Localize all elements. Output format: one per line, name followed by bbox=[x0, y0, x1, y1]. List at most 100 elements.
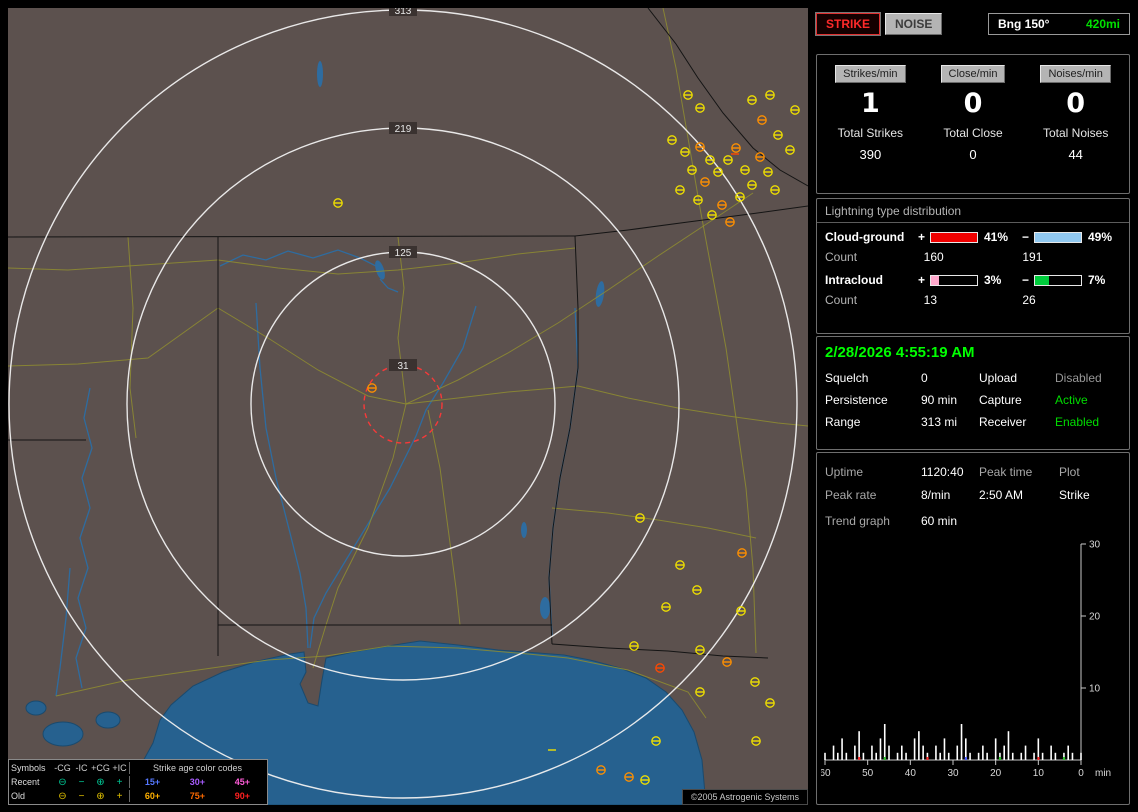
count-label: Count bbox=[825, 250, 858, 264]
settings-grid: Squelch 0 Upload Disabled Persistence 90… bbox=[817, 369, 1129, 431]
svg-text:10: 10 bbox=[1089, 684, 1101, 695]
strikes-per-min-value: 1 bbox=[860, 88, 880, 119]
range-label: Range bbox=[825, 415, 861, 429]
uptime-value: 1120:40 bbox=[921, 465, 964, 479]
cloud-ground-label: Cloud-ground bbox=[825, 230, 905, 244]
circled-minus-icon: ⊖ bbox=[58, 776, 67, 788]
noises-per-min-label: Noises/min bbox=[1040, 65, 1111, 83]
cloud-ground-row: Cloud-ground + 41% − 49% bbox=[817, 223, 1129, 245]
legend-recent-label: Recent bbox=[11, 777, 40, 787]
distribution-panel: Lightning type distribution Cloud-ground… bbox=[816, 198, 1130, 334]
cg-positive-bar bbox=[930, 231, 978, 243]
legend-col-pic: +IC bbox=[112, 763, 127, 773]
bearing-value: Bng 150° bbox=[998, 17, 1050, 31]
svg-text:31: 31 bbox=[397, 361, 409, 372]
capture-status: Active bbox=[1055, 393, 1088, 407]
plus-sign: + bbox=[917, 230, 925, 244]
range-value: 313 mi bbox=[921, 415, 958, 429]
age-code: 30+ bbox=[189, 777, 206, 787]
noise-button[interactable]: NOISE bbox=[885, 13, 943, 35]
receiver-label: Receiver bbox=[979, 415, 1027, 429]
peak-time-value: 2:50 AM bbox=[979, 488, 1024, 502]
cg-negative-count: 191 bbox=[1022, 250, 1043, 264]
noises-per-min-value: 0 bbox=[1066, 88, 1086, 119]
minus-sign: − bbox=[1021, 273, 1029, 287]
plot-value: Strike bbox=[1059, 488, 1090, 502]
svg-text:125: 125 bbox=[395, 248, 412, 259]
bearing-display: Bng 150° 420mi bbox=[988, 13, 1130, 35]
ic-negative-count: 26 bbox=[1022, 293, 1036, 307]
count-label: Count bbox=[825, 293, 858, 307]
svg-text:20: 20 bbox=[990, 768, 1002, 779]
map-legend: Symbols -CG -IC +CG +IC Strike age color… bbox=[8, 759, 268, 805]
minus-icon: − bbox=[78, 790, 85, 802]
svg-text:30: 30 bbox=[947, 768, 959, 779]
total-close-value: 0 bbox=[969, 147, 977, 162]
trend-graph-label: Trend graph bbox=[825, 514, 890, 528]
trend-panel: Uptime 1120:40 Peak time Plot Peak rate … bbox=[816, 452, 1130, 805]
total-noises-value: 44 bbox=[1068, 147, 1083, 162]
plot-label: Plot bbox=[1059, 465, 1080, 479]
close-per-min-label: Close/min bbox=[940, 65, 1006, 83]
intracloud-label: Intracloud bbox=[825, 273, 884, 287]
persistence-label: Persistence bbox=[825, 393, 888, 407]
age-code: 75+ bbox=[189, 791, 206, 801]
age-code: 15+ bbox=[144, 777, 161, 787]
minus-sign: − bbox=[1021, 230, 1029, 244]
cg-positive-count: 160 bbox=[923, 250, 944, 264]
cg-negative-pct: 49% bbox=[1088, 230, 1113, 244]
cloud-ground-count-row: Count 160 191 bbox=[817, 245, 1129, 266]
intracloud-count-row: Count 13 26 bbox=[817, 288, 1129, 309]
plus-sign: + bbox=[917, 273, 925, 287]
strikes-per-min-label: Strikes/min bbox=[835, 65, 906, 83]
upload-label: Upload bbox=[979, 371, 1018, 385]
plus-icon: + bbox=[116, 776, 123, 788]
sidebar: STRIKE NOISE Bng 150° 420mi Strikes/min … bbox=[816, 8, 1132, 805]
circled-minus-icon: ⊖ bbox=[58, 790, 67, 802]
mode-toolbar: STRIKE NOISE Bng 150° 420mi bbox=[816, 12, 1130, 36]
legend-old-label: Old bbox=[11, 791, 26, 801]
age-code: 90+ bbox=[234, 791, 251, 801]
age-code: 60+ bbox=[144, 791, 161, 801]
legend-header-row: Symbols -CG -IC +CG +IC Strike age color… bbox=[11, 761, 265, 775]
total-strikes-value: 390 bbox=[859, 147, 882, 162]
persistence-value: 90 min bbox=[921, 393, 958, 407]
svg-text:219: 219 bbox=[395, 124, 412, 135]
svg-text:0: 0 bbox=[1078, 768, 1084, 779]
strike-button[interactable]: STRIKE bbox=[816, 13, 881, 35]
strike-map[interactable]: 31 125 219 313 Symbols -CG -IC +CG +IC Stri… bbox=[8, 8, 808, 805]
legend-col-ncg: -CG bbox=[54, 763, 71, 773]
peak-rate-value: 8/min bbox=[921, 488, 951, 502]
legend-age-header: Strike age color codes bbox=[129, 762, 265, 774]
circled-plus-icon: ⊕ bbox=[96, 776, 105, 788]
ic-positive-count: 13 bbox=[923, 293, 938, 307]
ic-negative-pct: 7% bbox=[1088, 273, 1106, 287]
age-code: 45+ bbox=[234, 777, 251, 787]
uptime-grid: Uptime 1120:40 Peak time Plot Peak rate … bbox=[817, 453, 1129, 504]
datetime-display: 2/28/2026 4:55:19 AM bbox=[825, 344, 975, 361]
total-strikes-label: Total Strikes bbox=[837, 126, 904, 140]
legend-recent-row: Recent ⊖ − ⊕ + 15+ 30+ 45+ bbox=[11, 775, 265, 789]
rates-panel: Strikes/min 1 Total Strikes 390 Close/mi… bbox=[816, 54, 1130, 194]
intracloud-row: Intracloud + 3% − 7% bbox=[817, 266, 1129, 288]
bearing-distance: 420mi bbox=[1085, 17, 1120, 31]
circled-plus-icon: ⊕ bbox=[96, 790, 105, 802]
svg-text:30: 30 bbox=[1089, 540, 1101, 551]
svg-text:60: 60 bbox=[821, 768, 831, 779]
strikes-per-min-column: Strikes/min 1 Total Strikes 390 bbox=[819, 65, 922, 162]
svg-text:min: min bbox=[1095, 768, 1111, 779]
legend-symbols-header: Symbols bbox=[11, 763, 46, 773]
squelch-label: Squelch bbox=[825, 371, 869, 385]
legend-old-row: Old ⊖ − ⊕ + 60+ 75+ 90+ bbox=[11, 789, 265, 803]
plus-icon: + bbox=[116, 790, 123, 802]
receiver-status: Enabled bbox=[1055, 415, 1100, 429]
noises-per-min-column: Noises/min 0 Total Noises 44 bbox=[1024, 65, 1127, 162]
cg-negative-bar bbox=[1034, 231, 1082, 243]
squelch-value: 0 bbox=[921, 371, 928, 385]
distribution-title: Lightning type distribution bbox=[817, 199, 1129, 223]
legend-col-pcg: +CG bbox=[91, 763, 110, 773]
ic-positive-bar bbox=[930, 274, 978, 286]
total-close-label: Total Close bbox=[943, 126, 1003, 140]
capture-label: Capture bbox=[979, 393, 1022, 407]
legend-col-nic: -IC bbox=[75, 763, 88, 773]
